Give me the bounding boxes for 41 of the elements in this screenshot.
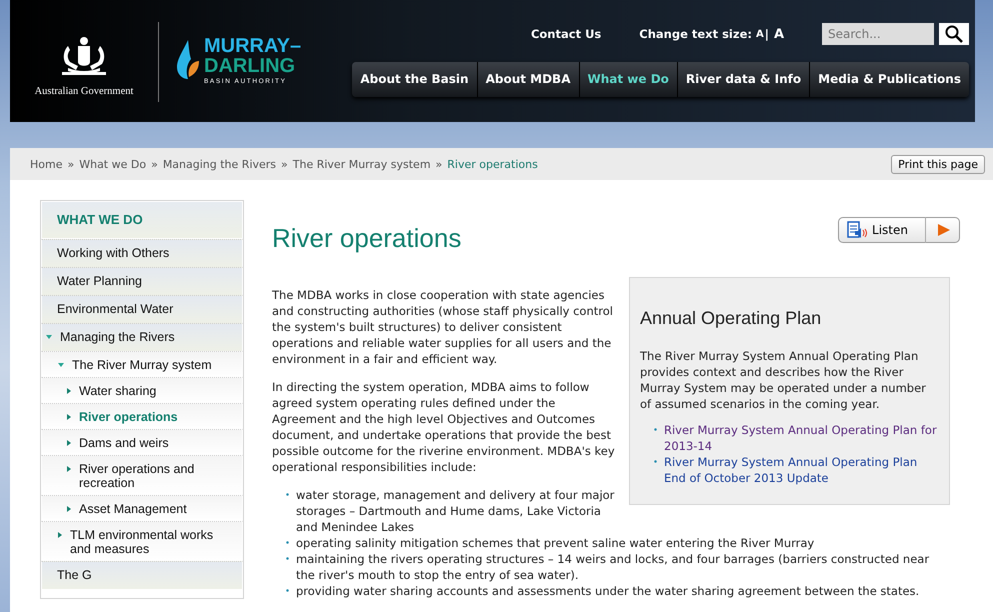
breadcrumb-separator: » bbox=[67, 158, 74, 170]
sidebar-item[interactable]: Environmental Water bbox=[41, 295, 243, 323]
text-size-label: Change text size: bbox=[639, 27, 752, 41]
search-field[interactable]: Search... bbox=[822, 23, 934, 45]
breadcrumb-link[interactable]: Home bbox=[30, 158, 62, 170]
text-size-link[interactable]: A bbox=[774, 26, 784, 42]
search-icon[interactable] bbox=[939, 23, 969, 45]
panel-text: The River Murray System Annual Operating Plan provides context and describes how the River Murray System may be operated under a number of assumed scenarios in the coming year. bbox=[640, 348, 927, 412]
government-name: Australian Government bbox=[34, 86, 134, 97]
breadcrumb-separator: » bbox=[151, 158, 158, 170]
contact-link[interactable]: Contact Us bbox=[530, 27, 602, 41]
logo-wordmark: MURRAY– bbox=[204, 36, 302, 56]
body-paragraph: In directing the system operation, MDBA aims to follow agreed system operating rules defined under the Agreement and the high level Objectives and Outcomes document, and undertake operations that provide the best possible outcome for the riverine environment. MDBA's key operational responsibilities include: bbox=[272, 379, 616, 476]
sidebar-item[interactable]: Working with Others bbox=[41, 239, 243, 267]
nav-tab[interactable]: About MDBA bbox=[478, 62, 580, 97]
nav-tab[interactable]: What we Do bbox=[580, 62, 678, 97]
breadcrumb-separator: » bbox=[281, 158, 288, 170]
breadcrumb-link[interactable]: Managing the Rivers bbox=[162, 158, 276, 170]
sidebar-item[interactable]: The G bbox=[41, 561, 243, 589]
listen-button[interactable]: Listen bbox=[838, 217, 960, 243]
separator-text: | bbox=[764, 27, 769, 41]
speaker-document-icon bbox=[847, 221, 868, 239]
breadcrumb-separator: » bbox=[436, 158, 442, 170]
nav-tab[interactable]: Media & Publications bbox=[810, 62, 969, 97]
document-link[interactable]: River Murray System Annual Operating Plan for 2013-14 bbox=[664, 422, 939, 454]
text-size-link[interactable]: A bbox=[756, 28, 764, 40]
breadcrumb-link[interactable]: The River Murray system bbox=[292, 158, 431, 170]
document-link[interactable]: River Murray System Annual Operating Plan End of October 2013 Update bbox=[664, 454, 939, 486]
sidebar-item[interactable]: Water Planning bbox=[41, 267, 243, 295]
nav-tab[interactable]: About the Basin bbox=[352, 62, 478, 97]
nav-tab[interactable]: River data & Info bbox=[678, 62, 810, 97]
print-button[interactable]: Print this page bbox=[891, 154, 985, 174]
breadcrumb-link[interactable]: River operations bbox=[447, 158, 538, 170]
logo-wordmark: DARLING bbox=[204, 56, 296, 76]
play-icon bbox=[937, 223, 951, 237]
sidebar-title: WHAT WE DO bbox=[41, 201, 243, 239]
breadcrumb-link[interactable]: What we Do bbox=[79, 158, 146, 170]
panel-heading: Annual Operating Plan bbox=[640, 310, 822, 326]
body-paragraph: The MDBA works in close cooperation with state agencies and constructing authorities (whose staff physically control the system's built structures) to deliver consistent operations and reliable water supplies for all users and the environment in a fair and efficient way. bbox=[272, 287, 614, 368]
page-heading: River operations bbox=[272, 223, 462, 254]
sidebar-item[interactable]: Managing the Rivers bbox=[41, 323, 243, 351]
